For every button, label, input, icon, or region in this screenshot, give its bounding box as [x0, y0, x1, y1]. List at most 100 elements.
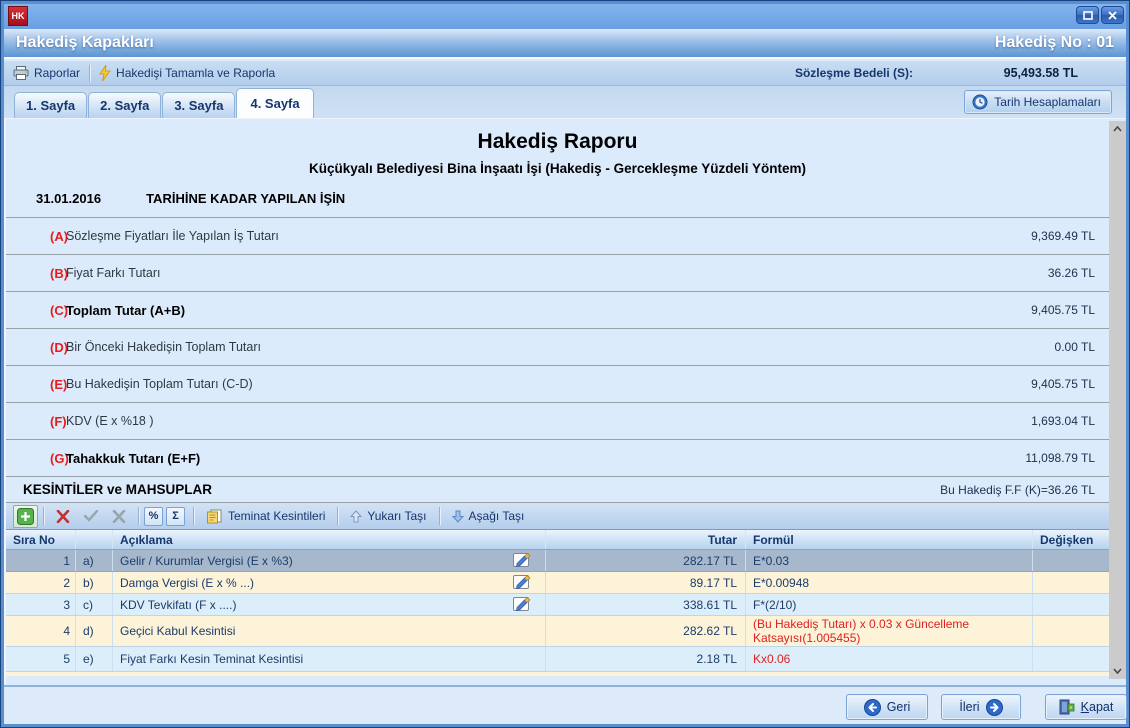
delete-row-button[interactable]	[49, 505, 77, 528]
geri-label: Geri	[887, 700, 911, 714]
table-row[interactable]: 2 b) Damga Vergisi (E x % ...) 89.17 TL …	[6, 572, 1109, 594]
cancel-button[interactable]	[105, 505, 133, 528]
move-down-button[interactable]: Aşağı Taşı	[445, 505, 532, 528]
arrow-down-icon	[452, 510, 464, 523]
table-row[interactable]: 3 c) KDV Tevkifatı (F x ....) 338.61 TL …	[6, 594, 1109, 616]
row-letter: (B)	[6, 266, 66, 281]
col-sira-no[interactable]: Sıra No	[6, 530, 76, 549]
cell-no: 5	[6, 647, 76, 671]
table-header: Sıra No Açıklama Tutar Formül Değişken	[6, 530, 1109, 550]
table-row[interactable]: 4 d) Geçici Kabul Kesintisi 282.62 TL (B…	[6, 616, 1109, 647]
exit-door-icon	[1059, 699, 1075, 715]
report-subtitle: Küçükyalı Belediyesi Bina İnşaatı İşi (H…	[6, 161, 1109, 176]
ileri-label: İleri	[959, 700, 979, 714]
row-label: Tahakkuk Tutarı (E+F)	[66, 451, 919, 466]
cell-tag: d)	[76, 616, 113, 646]
maximize-icon	[1083, 11, 1093, 20]
maximize-button[interactable]	[1076, 6, 1099, 24]
tarih-hesaplamalari-button[interactable]: Tarih Hesaplamaları	[964, 90, 1112, 114]
sozlesme-bedeli-value: 95,493.58 TL	[913, 66, 1078, 80]
cell-tag: c)	[76, 594, 113, 615]
col-tag[interactable]	[76, 530, 113, 549]
cell-degisken	[1033, 572, 1109, 593]
cell-formula: F*(2/10)	[746, 594, 1033, 615]
cell-formula: (Bu Hakediş Tutarı) x 0.03 x Güncelleme …	[746, 616, 1033, 646]
teminat-kesintileri-label: Teminat Kesintileri	[228, 509, 325, 523]
edit-icon[interactable]	[513, 552, 531, 570]
col-degisken[interactable]: Değişken	[1033, 530, 1109, 549]
cell-no: 3	[6, 594, 76, 615]
cell-tag: b)	[76, 572, 113, 593]
col-aciklama[interactable]: Açıklama	[113, 530, 546, 549]
cell-no: 2	[6, 572, 76, 593]
row-letter: (C)	[6, 303, 66, 318]
amount-row-b: (B) Fiyat Farkı Tutarı 36.26 TL	[6, 255, 1109, 292]
table-row[interactable]: 5 e) Fiyat Farkı Kesin Teminat Kesintisi…	[6, 647, 1109, 672]
row-label: Toplam Tutar (A+B)	[66, 303, 919, 318]
scroll-down-button[interactable]	[1109, 663, 1126, 679]
percent-button[interactable]: %	[144, 507, 163, 526]
amount-row-f: (F) KDV (E x %18 ) 1,693.04 TL	[6, 403, 1109, 440]
move-up-button[interactable]: Yukarı Taşı	[343, 505, 433, 528]
row-value: 36.26 TL	[919, 266, 1109, 280]
cell-degisken	[1033, 594, 1109, 615]
row-label: Fiyat Farkı Tutarı	[66, 266, 919, 280]
tab-sayfa-1[interactable]: 1. Sayfa	[14, 92, 87, 118]
page-title: Hakediş Kapakları	[16, 34, 154, 52]
scroll-up-icon	[1113, 126, 1122, 132]
toolbar-separator	[193, 507, 194, 525]
cell-no: 1	[6, 550, 76, 571]
deductions-toolbar: % Σ Teminat Kesintileri Yukarı	[6, 503, 1109, 530]
main-toolbar: Raporlar Hakedişi Tamamla ve Raporla Söz…	[4, 61, 1126, 86]
add-row-button[interactable]	[13, 505, 38, 528]
cell-amount: 338.61 TL	[546, 594, 746, 615]
edit-icon[interactable]	[513, 574, 531, 592]
cell-degisken	[1033, 550, 1109, 571]
ileri-button[interactable]: İleri	[941, 694, 1021, 720]
vertical-scrollbar[interactable]	[1109, 121, 1126, 679]
row-label: KDV (E x %18 )	[66, 414, 919, 428]
cell-no: 4	[6, 616, 76, 646]
lightning-icon	[99, 65, 111, 81]
tab-sayfa-4[interactable]: 4. Sayfa	[236, 88, 313, 118]
tab-sayfa-3[interactable]: 3. Sayfa	[162, 92, 235, 118]
report-dateline: 31.01.2016 TARİHİNE KADAR YAPILAN İŞİN	[6, 191, 1109, 206]
table-row-partial	[6, 672, 1109, 676]
hakedis-no: Hakediş No : 01	[995, 34, 1114, 52]
row-letter: (E)	[6, 377, 66, 392]
table-row[interactable]: 1 a) Gelir / Kurumlar Vergisi (E x %3) 2…	[6, 550, 1109, 572]
check-icon	[84, 510, 98, 522]
amount-row-c: (C) Toplam Tutar (A+B) 9,405.75 TL	[6, 292, 1109, 329]
sozlesme-bedeli-label: Sözleşme Bedeli (S):	[795, 66, 913, 80]
deductions-table: Sıra No Açıklama Tutar Formül Değişken 1…	[6, 530, 1109, 676]
accept-button[interactable]	[77, 505, 105, 528]
geri-button[interactable]: Geri	[846, 694, 928, 720]
teminat-kesintileri-button[interactable]: Teminat Kesintileri	[199, 505, 332, 528]
app-header: Hakediş Kapakları Hakediş No : 01	[4, 29, 1126, 59]
raporlar-button[interactable]: Raporlar	[4, 61, 89, 85]
cell-formula: E*0.00948	[746, 572, 1033, 593]
tarih-hesaplamalari-label: Tarih Hesaplamaları	[994, 95, 1101, 109]
delete-icon	[56, 510, 70, 523]
back-arrow-icon	[864, 699, 881, 716]
teminat-pages-icon	[206, 509, 223, 524]
scroll-up-button[interactable]	[1109, 121, 1126, 137]
row-letter: (A)	[6, 229, 66, 244]
tamamla-button[interactable]: Hakedişi Tamamla ve Raporla	[90, 61, 284, 85]
cell-tag: e)	[76, 647, 113, 671]
cell-degisken	[1033, 647, 1109, 671]
tab-sayfa-2[interactable]: 2. Sayfa	[88, 92, 161, 118]
amount-row-d: (D) Bir Önceki Hakedişin Toplam Tutarı 0…	[6, 329, 1109, 366]
kapat-button[interactable]: Kapat	[1045, 694, 1127, 720]
toolbar-separator	[439, 507, 440, 525]
sigma-button[interactable]: Σ	[166, 507, 185, 526]
cell-amount: 282.17 TL	[546, 550, 746, 571]
add-icon	[17, 508, 34, 525]
col-tutar[interactable]: Tutar	[546, 530, 746, 549]
col-formul[interactable]: Formül	[746, 530, 1033, 549]
edit-icon[interactable]	[513, 596, 531, 614]
close-button[interactable]	[1101, 6, 1124, 24]
cell-desc: Fiyat Farkı Kesin Teminat Kesintisi	[113, 647, 546, 671]
cell-formula: Kx0.06	[746, 647, 1033, 671]
cell-amount: 282.62 TL	[546, 616, 746, 646]
